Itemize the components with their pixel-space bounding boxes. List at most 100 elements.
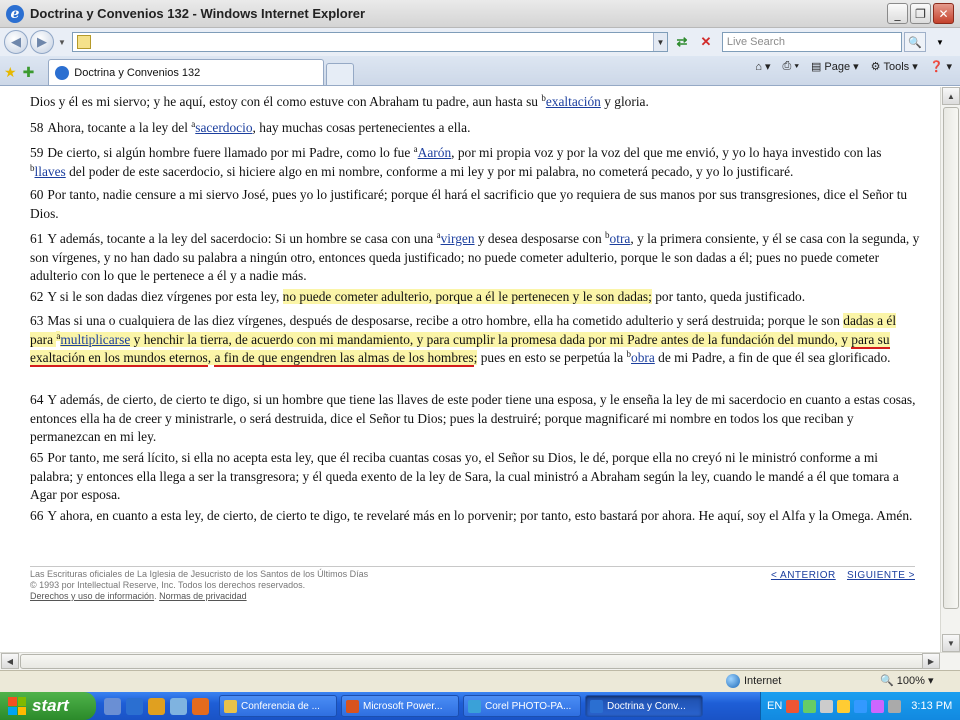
verse-text: Y además, de cierto, de cierto te digo, … xyxy=(30,392,916,444)
minimize-button[interactable]: _ xyxy=(887,3,908,24)
history-dropdown-icon[interactable]: ▼ xyxy=(58,38,66,47)
footnote-link[interactable]: obra xyxy=(631,350,655,365)
verse-text: del poder de este sacerdocio, si hiciere… xyxy=(65,163,794,179)
scroll-left-icon[interactable]: ◀ xyxy=(1,653,19,669)
start-label: start xyxy=(32,696,69,715)
previous-link[interactable]: < ANTERIOR xyxy=(771,570,836,581)
page-menu-label: Page xyxy=(824,60,851,73)
highlighted-text: y henchir la tierra, de acuerdo con mi m… xyxy=(130,331,852,347)
clock: 3:13 PM xyxy=(911,700,953,712)
footnote-link[interactable]: virgen xyxy=(441,231,475,246)
search-icon[interactable]: 🔍 xyxy=(903,32,926,52)
verse-number: 64 xyxy=(30,392,44,407)
verse-number: 65 xyxy=(30,450,44,465)
quicklaunch-app-icon[interactable] xyxy=(104,697,121,715)
verse-number: 58 xyxy=(30,120,44,135)
quicklaunch-ie-icon[interactable] xyxy=(126,697,143,715)
quicklaunch-media-icon[interactable] xyxy=(148,697,165,715)
horizontal-scrollbar[interactable]: ◀ ▶ xyxy=(0,652,960,670)
search-options-icon[interactable]: ▼ xyxy=(930,32,950,52)
footnote-link[interactable]: Aarón xyxy=(418,145,451,160)
favorites-star-icon[interactable]: ★ xyxy=(4,64,17,81)
h-scroll-thumb[interactable] xyxy=(20,654,938,669)
tray-icon[interactable] xyxy=(854,699,868,713)
tray-icon[interactable] xyxy=(786,699,800,713)
window-controls: _ ❐ ✕ xyxy=(887,3,954,24)
close-button[interactable]: ✕ xyxy=(933,3,954,24)
help-button[interactable]: ❓ ▾ xyxy=(930,60,952,73)
quick-launch xyxy=(104,697,209,715)
verse-number: 60 xyxy=(30,187,44,202)
add-favorites-icon[interactable]: ✚ xyxy=(23,64,35,81)
verse-66: 66 Y ahora, en cuanto a esta ley, de cier… xyxy=(30,507,920,526)
task-label: Corel PHOTO-PA... xyxy=(485,700,572,712)
verse-text: Por tanto, nadie censure a mi siervo Jos… xyxy=(30,187,908,221)
verse-text: y gloria. xyxy=(600,94,649,109)
globe-icon xyxy=(726,674,740,688)
next-link[interactable]: SIGUIENTE > xyxy=(847,570,915,581)
task-conferencia[interactable]: Conferencia de ... xyxy=(219,695,337,717)
task-doctrina[interactable]: Doctrina y Conv... xyxy=(585,695,703,717)
tab-page-icon xyxy=(55,65,70,80)
verse-text: Y ahora, en cuanto a esta ley, de cierto… xyxy=(47,508,913,523)
task-powerpoint[interactable]: Microsoft Power... xyxy=(341,695,459,717)
stop-button[interactable]: ✕ xyxy=(696,32,716,52)
ie-icon xyxy=(590,699,603,713)
vertical-scrollbar[interactable]: ▲ ▼ xyxy=(940,87,960,652)
tools-menu[interactable]: ⚙ Tools ▾ xyxy=(871,60,918,74)
verse-text: Y además, tocante a la ley del sacerdoci… xyxy=(47,231,437,246)
zone-label: Internet xyxy=(744,675,782,687)
footnote-link[interactable]: exaltación xyxy=(546,94,601,109)
verse-59: 59 De cierto, si algún hombre fuere llama… xyxy=(30,144,920,181)
tray-icon[interactable] xyxy=(803,699,817,713)
verse-text: Dios y él es mi siervo; y he aquí, estoy… xyxy=(30,94,542,109)
address-input[interactable]: ▼ xyxy=(71,32,668,52)
address-dropdown-icon[interactable]: ▼ xyxy=(652,33,667,51)
footnote-link[interactable]: multiplicarse xyxy=(60,331,131,347)
back-button[interactable]: ◀ xyxy=(4,30,28,54)
terms-link[interactable]: Derechos y uso de información xyxy=(30,591,154,601)
task-label: Conferencia de ... xyxy=(241,700,320,712)
zoom-control[interactable]: 🔍 100% ▾ xyxy=(880,674,933,687)
search-input[interactable]: Live Search xyxy=(721,32,902,52)
verse-57-tail: Dios y él es mi siervo; y he aquí, estoy… xyxy=(30,93,920,112)
task-corel[interactable]: Corel PHOTO-PA... xyxy=(463,695,581,717)
verse-text: Ahora, tocante a la ley del xyxy=(47,120,192,135)
verse-text: pues en esto se perpetúa la xyxy=(477,350,627,365)
page-footer: Las Escrituras oficiales de La Iglesia d… xyxy=(30,566,915,602)
powerpoint-icon xyxy=(346,699,359,713)
title-bar: e Doctrina y Convenios 132 - Windows Int… xyxy=(0,0,960,28)
verse-text: Mas si una o cualquiera de las diez vírg… xyxy=(47,313,844,328)
scroll-thumb[interactable] xyxy=(943,107,959,609)
scroll-right-icon[interactable]: ▶ xyxy=(922,653,940,669)
volume-icon[interactable] xyxy=(888,699,902,713)
privacy-link[interactable]: Normas de privacidad xyxy=(159,591,247,601)
security-zone: Internet xyxy=(726,674,781,688)
quicklaunch-search-icon[interactable] xyxy=(170,697,187,715)
verse-text: de mi Padre, a fin de que él sea glorifi… xyxy=(654,350,891,365)
footnote-link[interactable]: sacerdocio xyxy=(195,120,252,135)
quicklaunch-firefox-icon[interactable] xyxy=(192,697,209,715)
page-menu[interactable]: ▤ Page ▾ xyxy=(811,60,859,74)
chapter-nav: < ANTERIOR SIGUIENTE > xyxy=(763,570,915,581)
tab-doctrina[interactable]: Doctrina y Convenios 132 xyxy=(48,59,325,85)
home-button[interactable]: ⌂ ▾ xyxy=(755,60,770,73)
tools-menu-label: Tools xyxy=(883,60,910,73)
verse-text: De cierto, si algún hombre fuere llamado… xyxy=(47,145,414,160)
new-tab-button[interactable] xyxy=(326,63,355,85)
forward-button[interactable]: ▶ xyxy=(30,30,54,54)
footnote-link[interactable]: otra xyxy=(610,231,631,246)
verse-text: Por tanto, me será lícito, si ella no ac… xyxy=(30,450,899,502)
start-button[interactable]: start xyxy=(0,692,96,720)
scroll-down-icon[interactable]: ▼ xyxy=(942,634,960,652)
tray-icon[interactable] xyxy=(837,699,851,713)
verse-text: por tanto, queda justificado. xyxy=(651,289,806,304)
tray-icon[interactable] xyxy=(871,699,885,713)
scroll-up-icon[interactable]: ▲ xyxy=(942,87,960,105)
maximize-button[interactable]: ❐ xyxy=(910,3,931,24)
refresh-button[interactable]: ⇄ xyxy=(672,32,692,52)
print-button[interactable]: ⎙ ▾ xyxy=(783,60,799,73)
tray-icon[interactable] xyxy=(820,699,834,713)
footnote-link[interactable]: llaves xyxy=(35,164,66,179)
language-indicator[interactable]: EN xyxy=(767,700,782,712)
